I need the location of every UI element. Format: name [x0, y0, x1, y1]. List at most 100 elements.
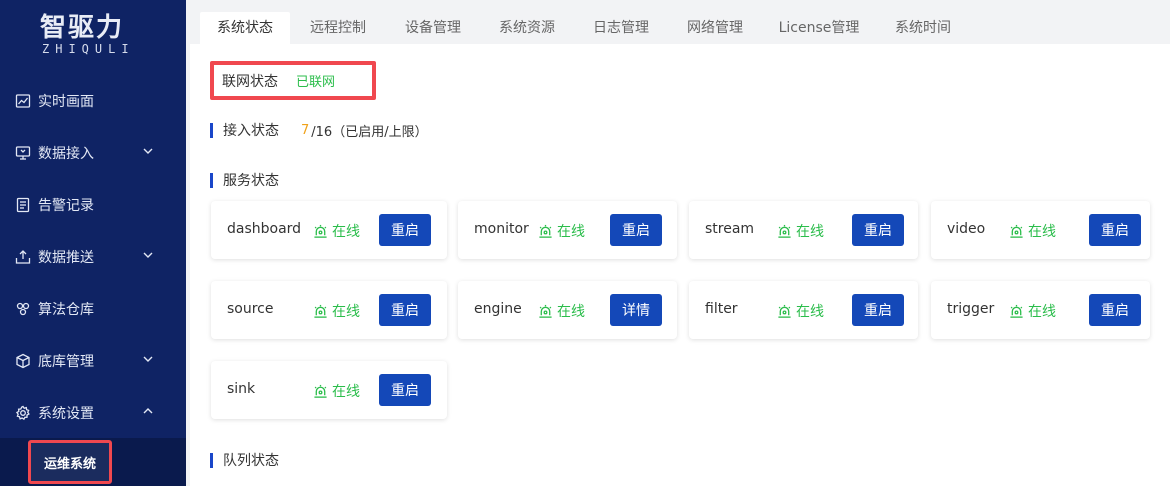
online-beacon-icon	[314, 224, 327, 238]
sidebar-item-system-settings[interactable]: 系统设置	[0, 387, 190, 439]
restart-button-video[interactable]: 重启	[1089, 214, 1141, 246]
service-status-text: 在线	[1028, 304, 1056, 320]
chevron-up-icon	[142, 405, 156, 419]
network-status-label: 联网状态	[222, 73, 278, 90]
service-status: 在线	[313, 221, 360, 241]
service-status-text: 在线	[557, 304, 585, 320]
service-name: dashboard	[227, 221, 302, 237]
service-status-text: 在线	[796, 224, 824, 240]
service-status: 在线	[313, 301, 360, 321]
online-beacon-icon	[1010, 304, 1023, 318]
sidebar-item-label: 底库管理	[38, 354, 94, 370]
section-bar	[210, 122, 213, 138]
online-beacon-icon	[314, 304, 327, 318]
restart-button-source[interactable]: 重启	[379, 294, 431, 326]
service-name: filter	[705, 301, 738, 317]
section-bar	[210, 452, 213, 468]
chevron-down-icon	[142, 249, 156, 263]
service-status-text: 在线	[557, 224, 585, 240]
sidebar-item-label: 算法仓库	[38, 302, 94, 318]
section-bar	[210, 172, 213, 188]
sidebar-item-alarm-records[interactable]: 告警记录	[0, 179, 190, 231]
chevron-down-icon	[142, 353, 156, 367]
queue-section-title: 队列状态	[210, 451, 279, 469]
tab-device-management[interactable]: 设备管理	[393, 12, 473, 44]
service-name: stream	[705, 221, 755, 237]
tab-log-management[interactable]: 日志管理	[581, 12, 661, 44]
tab-system-time[interactable]: 系统时间	[883, 12, 963, 44]
sidebar-item-algorithm-repo[interactable]: 算法仓库	[0, 283, 190, 335]
service-name: engine	[474, 301, 522, 317]
sidebar-subitem-ops-system[interactable]: 运维系统	[28, 440, 112, 484]
restart-button-trigger[interactable]: 重启	[1089, 294, 1141, 326]
service-card-dashboard: dashboard 在线 重启	[211, 201, 447, 259]
service-status-text: 在线	[796, 304, 824, 320]
service-status: 在线	[313, 381, 360, 401]
access-status-label: 接入状态	[223, 123, 279, 139]
service-name: video	[947, 221, 986, 237]
service-name: sink	[227, 381, 256, 397]
service-name: source	[227, 301, 274, 317]
tab-remote-control[interactable]: 远程控制	[298, 12, 378, 44]
main-panel: 联网状态 已联网 接入状态 7 /16（已启用/上限） 服务状态 dashboa…	[190, 44, 1170, 486]
service-status: 在线	[1009, 221, 1056, 241]
restart-button-monitor[interactable]: 重启	[610, 214, 662, 246]
access-status: 接入状态 7 /16（已启用/上限）	[210, 121, 428, 140]
service-status: 在线	[538, 301, 585, 321]
service-card-engine: engine 在线 详情	[458, 281, 677, 339]
network-status-value: 已联网	[296, 75, 336, 90]
sidebar-item-label: 告警记录	[38, 198, 94, 214]
service-card-source: source 在线 重启	[211, 281, 447, 339]
online-beacon-icon	[539, 304, 552, 318]
cluster-icon	[14, 300, 32, 318]
logo-sub: ZHIQULI	[42, 42, 135, 56]
sidebar-item-label: 实时画面	[38, 94, 94, 110]
services-title: 服务状态	[223, 173, 279, 189]
access-current-count: 7	[301, 122, 310, 138]
logo: 智驱力 ZHIQULI	[40, 14, 150, 60]
tab-license-management[interactable]: License管理	[772, 12, 866, 44]
logo-main: 智驱力	[40, 13, 125, 43]
gear-icon	[14, 404, 32, 422]
service-status: 在线	[777, 221, 824, 241]
sidebar-item-label: 系统设置	[38, 406, 94, 422]
access-limit: /16（已启用/上限）	[311, 124, 428, 140]
sidebar: 智驱力 ZHIQULI 实时画面 数据接入 告警记录 数据推送 算法仓库 底库管…	[0, 0, 190, 486]
online-beacon-icon	[539, 224, 552, 238]
restart-button-stream[interactable]: 重启	[852, 214, 904, 246]
online-beacon-icon	[778, 224, 791, 238]
online-beacon-icon	[1010, 224, 1023, 238]
queue-title: 队列状态	[223, 453, 279, 469]
tab-system-resources[interactable]: 系统资源	[487, 12, 567, 44]
tab-network-management[interactable]: 网络管理	[675, 12, 755, 44]
monitor-icon	[14, 144, 32, 162]
service-status: 在线	[777, 301, 824, 321]
document-icon	[14, 196, 32, 214]
tab-system-status[interactable]: 系统状态	[200, 12, 290, 44]
service-card-sink: sink 在线 重启	[211, 361, 447, 419]
service-card-video: video 在线 重启	[931, 201, 1150, 259]
service-status-text: 在线	[332, 224, 360, 240]
service-status-text: 在线	[332, 384, 360, 400]
sidebar-item-library[interactable]: 底库管理	[0, 335, 190, 387]
service-status-text: 在线	[1028, 224, 1056, 240]
service-card-monitor: monitor 在线 重启	[458, 201, 677, 259]
network-status: 联网状态 已联网	[210, 61, 376, 100]
service-card-filter: filter 在线 重启	[689, 281, 918, 339]
sidebar-item-label: 数据推送	[38, 250, 94, 266]
details-button-engine[interactable]: 详情	[610, 294, 662, 326]
cube-icon	[14, 352, 32, 370]
restart-button-filter[interactable]: 重启	[852, 294, 904, 326]
restart-button-dashboard[interactable]: 重启	[379, 214, 431, 246]
sidebar-item-data-push[interactable]: 数据推送	[0, 231, 190, 283]
service-card-stream: stream 在线 重启	[689, 201, 918, 259]
sidebar-item-data-access[interactable]: 数据接入	[0, 127, 190, 179]
chart-icon	[14, 92, 32, 110]
sidebar-item-realtime[interactable]: 实时画面	[0, 75, 190, 127]
restart-button-sink[interactable]: 重启	[379, 374, 431, 406]
sidebar-item-label: 数据接入	[38, 146, 94, 162]
service-status: 在线	[1009, 301, 1056, 321]
services-section-title: 服务状态	[210, 171, 279, 189]
service-status: 在线	[538, 221, 585, 241]
online-beacon-icon	[778, 304, 791, 318]
